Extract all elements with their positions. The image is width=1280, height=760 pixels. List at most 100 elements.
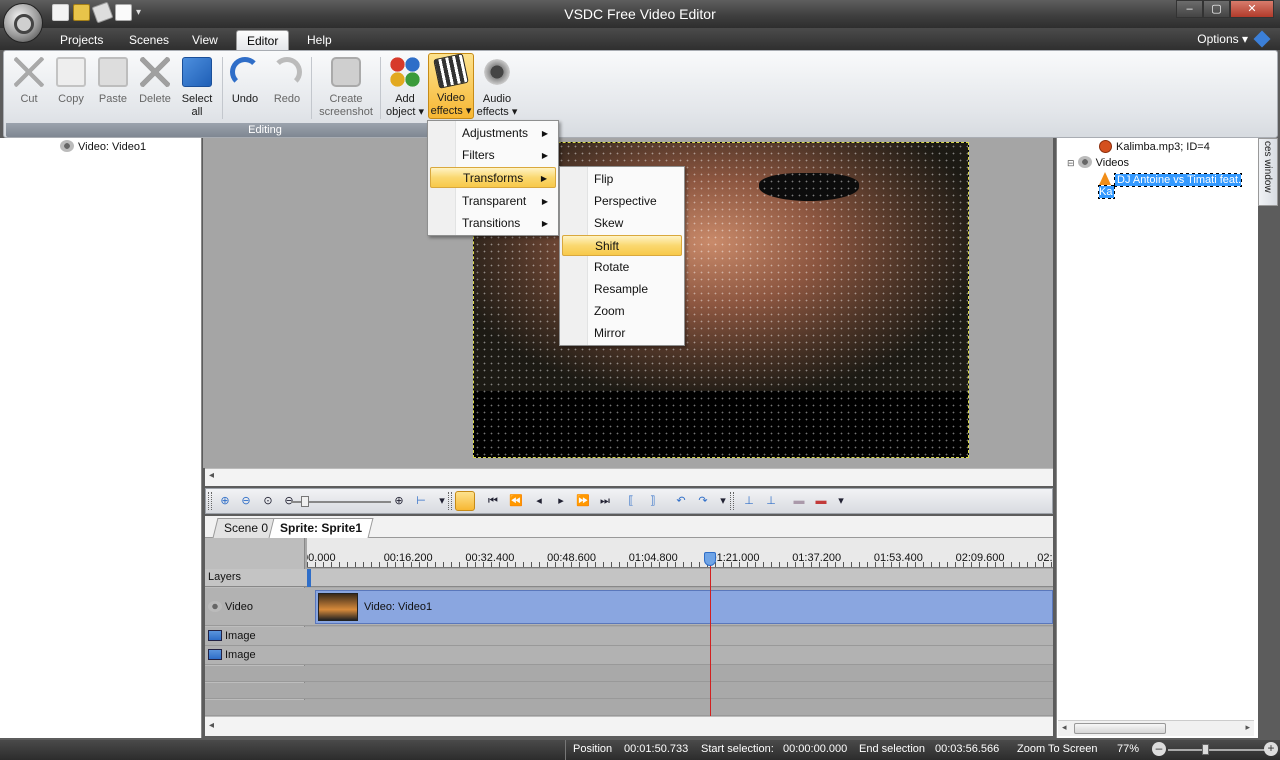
create-screenshot-button[interactable]: Create screenshot <box>314 55 378 119</box>
scroll-left-icon[interactable]: ◂ <box>209 470 214 481</box>
video-effects-button[interactable]: Video effects ▾ <box>428 53 474 119</box>
tab-help[interactable]: Help <box>297 30 342 50</box>
undo-button[interactable]: Undo <box>224 55 266 106</box>
audio-effects-button[interactable]: Audio effects ▾ <box>474 55 520 119</box>
resources-window-tab[interactable]: ces window <box>1258 138 1278 206</box>
video-effects-label-1: Video <box>437 92 465 104</box>
scene-hscrollbar[interactable]: ◂ <box>205 468 1053 486</box>
mark-in-icon[interactable]: ⟦ <box>624 494 638 508</box>
app-menu-button[interactable] <box>3 3 43 43</box>
menu-item-zoom[interactable]: Zoom <box>562 301 682 322</box>
zoom-in-circle-icon[interactable]: + <box>1264 742 1278 756</box>
tab-editor[interactable]: Editor <box>236 30 290 50</box>
options-menu[interactable]: Options ▾ <box>1197 30 1271 48</box>
zoom-to-screen-button[interactable]: Zoom To Screen <box>1017 743 1098 755</box>
toolbar-dropdown-icon[interactable]: ▾ <box>435 494 449 508</box>
timeline-hscrollbar[interactable]: ◂ <box>205 716 1053 736</box>
menu-item-flip[interactable]: Flip <box>562 169 682 190</box>
audio-effects-label-2: effects ▾ <box>476 106 518 118</box>
go-start-icon[interactable]: ⏮ <box>486 494 500 508</box>
minimize-icon[interactable]: – <box>1176 0 1203 18</box>
scroll-left-icon[interactable]: ◂ <box>1062 722 1067 733</box>
zoom-fit-icon[interactable]: ⊙ <box>261 494 275 508</box>
track-label-image: Image <box>225 630 256 642</box>
undo-marker-icon[interactable]: ↶ <box>674 494 688 508</box>
tab-projects[interactable]: Projects <box>50 30 113 50</box>
resource-item-kalimba[interactable]: Kalimba.mp3; ID=4 <box>1099 140 1210 153</box>
add-object-button[interactable]: Add object ▾ <box>382 55 428 119</box>
playhead-handle[interactable] <box>704 552 716 566</box>
scroll-thumb[interactable] <box>1074 723 1166 734</box>
redo-marker-icon[interactable]: ↷ <box>696 494 710 508</box>
fit-range-icon[interactable]: ⊢ <box>414 494 428 508</box>
select-all-icon <box>182 57 212 87</box>
menu-item-rotate[interactable]: Rotate <box>562 257 682 278</box>
scroll-left-icon[interactable]: ◂ <box>209 720 214 731</box>
play-icon[interactable]: ▸ <box>554 494 568 508</box>
menu-item-resample[interactable]: Resample <box>562 279 682 300</box>
scene-tabs: Scene 0 Sprite: Sprite1 <box>205 516 1053 538</box>
toolbar-dropdown-icon[interactable]: ▾ <box>716 494 730 508</box>
clip-thumbnail <box>318 593 358 621</box>
go-end-icon[interactable]: ⏭ <box>598 494 612 508</box>
tab-sprite1[interactable]: Sprite: Sprite1 <box>268 518 374 538</box>
track-video[interactable]: Video Video: Video1 <box>205 588 1053 626</box>
toolbar-dropdown-icon[interactable]: ▾ <box>834 494 848 508</box>
clock-icon[interactable] <box>455 491 475 511</box>
fast-forward-icon[interactable]: ⏩ <box>576 494 590 508</box>
slider-knob[interactable] <box>1202 744 1209 755</box>
mark-out-icon[interactable]: ⟧ <box>646 494 660 508</box>
step-back-icon[interactable]: ◂ <box>532 494 546 508</box>
copy-button[interactable]: Copy <box>50 55 92 106</box>
menu-item-shift[interactable]: Shift <box>562 235 682 256</box>
menu-item-filters[interactable]: Filters ▶ <box>430 145 556 166</box>
track-empty <box>205 700 1053 716</box>
submenu-arrow-icon: ▶ <box>541 151 548 160</box>
delete-button[interactable]: Delete <box>134 55 176 106</box>
menu-item-skew[interactable]: Skew <box>562 213 682 234</box>
resource-item-selected-video[interactable]: DJ Antoine vs Timati feat. Ka <box>1097 172 1258 199</box>
delete-region-icon[interactable]: ▬ <box>814 494 828 508</box>
tree-item-video1[interactable]: Video: Video1 <box>60 140 146 153</box>
video-effects-label-2: effects ▾ <box>430 105 472 117</box>
range-start-marker[interactable] <box>307 569 311 587</box>
time-ruler[interactable]: 00.000 00:16.200 00:32.400 00:48.600 01:04.8… <box>307 538 1053 568</box>
project-explorer-panel: Video: Video1 <box>0 138 202 738</box>
collapse-icon[interactable]: ⊟ <box>1067 158 1075 168</box>
select-all-button[interactable]: Select all <box>176 55 218 119</box>
resource-folder-videos[interactable]: ⊟ Videos <box>1067 156 1129 169</box>
status-zoom-slider[interactable] <box>1168 744 1266 755</box>
slider-knob[interactable] <box>301 496 309 507</box>
timeline-clip-video1[interactable]: Video: Video1 <box>315 590 1053 624</box>
redo-button[interactable]: Redo <box>266 55 308 106</box>
paste-button[interactable]: Paste <box>92 55 134 106</box>
split-icon[interactable]: ⊥ <box>742 494 756 508</box>
menu-item-transparent[interactable]: Transparent ▶ <box>430 191 556 212</box>
close-icon[interactable]: ✕ <box>1230 0 1274 18</box>
menu-item-adjustments[interactable]: Adjustments ▶ <box>430 123 556 144</box>
cut-region-icon[interactable]: ▬ <box>792 494 806 508</box>
cut-button[interactable]: Cut <box>8 55 50 106</box>
rewind-icon[interactable]: ⏪ <box>509 494 523 508</box>
timeline-zoom-slider[interactable] <box>291 496 391 507</box>
track-image-1[interactable]: Image <box>205 627 1053 646</box>
help-gem-icon[interactable] <box>1253 30 1271 48</box>
scroll-right-icon[interactable]: ▸ <box>1245 722 1250 733</box>
tab-scenes[interactable]: Scenes <box>119 30 179 50</box>
zoom-out-icon[interactable]: ⊖ <box>239 494 253 508</box>
ruler-tick-label: 01:21.000 <box>710 552 760 564</box>
join-icon[interactable]: ⊥ <box>764 494 778 508</box>
zoom-in-icon[interactable]: ⊕ <box>218 494 232 508</box>
menu-item-transitions[interactable]: Transitions ▶ <box>430 213 556 234</box>
zoom-plus-icon[interactable]: ⊕ <box>392 494 406 508</box>
resources-hscrollbar[interactable]: ◂ ▸ <box>1058 720 1254 736</box>
redo-label: Redo <box>273 93 301 105</box>
zoom-out-circle-icon[interactable]: – <box>1152 742 1166 756</box>
tab-sprite1-label: Sprite: Sprite1 <box>280 521 363 535</box>
menu-item-mirror[interactable]: Mirror <box>562 323 682 344</box>
tab-view[interactable]: View <box>182 30 228 50</box>
maximize-icon[interactable]: ▢ <box>1203 0 1230 18</box>
track-image-2[interactable]: Image <box>205 646 1053 665</box>
menu-item-perspective[interactable]: Perspective <box>562 191 682 212</box>
menu-item-transforms[interactable]: Transforms ▶ <box>430 167 556 188</box>
